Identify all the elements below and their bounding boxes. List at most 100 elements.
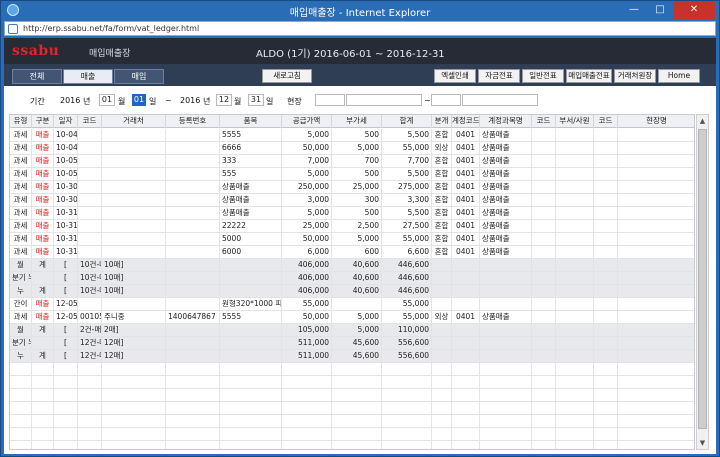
column-header[interactable]: 구분 xyxy=(32,115,54,128)
table-cell: 과세 xyxy=(10,246,32,259)
table-row[interactable]: 과세 매출 10-31 상품매출 5,000 500 5,500 혼합 0401 상품매출 xyxy=(10,207,694,220)
tab-sales[interactable]: 매출 xyxy=(63,69,113,84)
column-header[interactable]: 품목 xyxy=(220,115,282,128)
table-cell xyxy=(532,129,556,142)
table-cell xyxy=(594,311,618,324)
column-header[interactable]: 유형 xyxy=(10,115,32,128)
refresh-button[interactable]: 새로고침 xyxy=(262,69,312,83)
to-month-input[interactable]: 12 xyxy=(216,94,232,106)
table-cell xyxy=(594,428,618,441)
column-header[interactable]: 코드 xyxy=(78,115,102,128)
table-row[interactable]: 과세 매출 10-30 상품매출 250,000 25,000 275,000 혼합 0401 상… xyxy=(10,181,694,194)
table-cell xyxy=(54,441,78,449)
column-header[interactable]: 코드 xyxy=(532,115,556,128)
table-cell xyxy=(618,233,694,246)
table-row[interactable]: 과세 매출 12-05 00105 주니중 1400647867 5555 50,000 5,0… xyxy=(10,311,694,324)
table-cell: 10-31 xyxy=(54,220,78,233)
column-header[interactable]: 분개 xyxy=(432,115,452,128)
subtotal-row[interactable]: 분기 누계 [10건-매수10매] 406,00040,600446,600 xyxy=(10,272,694,285)
app-logo[interactable]: ssabu xyxy=(12,43,59,59)
table-cell: [ xyxy=(54,285,78,298)
empty-row xyxy=(10,389,694,402)
tab-group: 전체 매출 매입 xyxy=(12,69,165,84)
column-header[interactable]: 부가세 xyxy=(332,115,382,128)
column-header[interactable]: 현장명 xyxy=(618,115,694,128)
table-cell: 6,000 xyxy=(282,246,332,259)
subtotal-row[interactable]: 분기 누계 [12건-매수12매] 511,00045,600556,600 xyxy=(10,337,694,350)
table-row[interactable]: 과세 매출 10-04 5555 5,000 500 5,500 혼합 0401 상품매출 xyxy=(10,129,694,142)
to-day-input[interactable]: 31 xyxy=(248,94,264,106)
site-code-to[interactable] xyxy=(431,94,461,106)
table-row[interactable]: 과세 매출 10-05 333 7,000 700 7,700 혼합 0401 상품매출 xyxy=(10,155,694,168)
maximize-button[interactable]: □ xyxy=(647,1,673,19)
fund-slip-button[interactable]: 자금전표 xyxy=(478,69,520,83)
table-cell xyxy=(102,155,166,168)
home-button[interactable]: Home xyxy=(658,69,700,83)
vertical-scrollbar[interactable]: ▲ ▼ xyxy=(696,114,709,450)
vat-slip-button[interactable]: 매입매출전표 xyxy=(566,69,612,83)
table-cell xyxy=(220,415,282,428)
subtotal-row[interactable]: 누계[10건-매수10매] 406,00040,600446,600 xyxy=(10,285,694,298)
table-cell xyxy=(432,402,452,415)
excel-print-button[interactable]: 엑셀인쇄 xyxy=(434,69,476,83)
close-button[interactable]: ✕ xyxy=(673,1,715,19)
table-cell: 혼합 xyxy=(432,155,452,168)
tab-all[interactable]: 전체 xyxy=(12,69,62,84)
table-cell: 0401 xyxy=(452,311,480,324)
table-cell xyxy=(532,272,556,285)
subtotal-row[interactable]: 누계[12건-매수12매] 511,00045,600556,600 xyxy=(10,350,694,363)
table-cell: 10매] xyxy=(102,272,166,285)
tab-purchase[interactable]: 매입 xyxy=(114,69,164,84)
minimize-button[interactable]: — xyxy=(621,1,647,19)
scroll-up-icon[interactable]: ▲ xyxy=(697,115,708,127)
table-cell xyxy=(480,389,532,402)
table-row[interactable]: 간이매출12-05원형320*1000 피스55,00055,000 xyxy=(10,298,694,311)
table-cell: 매출 xyxy=(32,155,54,168)
general-slip-button[interactable]: 일반전표 xyxy=(522,69,564,83)
from-day-input[interactable]: 01 xyxy=(132,94,146,106)
column-header[interactable]: 코드 xyxy=(594,115,618,128)
column-header[interactable]: 일자 xyxy=(54,115,78,128)
column-header[interactable]: 계정코드 xyxy=(452,115,480,128)
from-month-input[interactable]: 01 xyxy=(99,94,115,106)
table-cell xyxy=(332,402,382,415)
address-url[interactable]: http://erp.ssabu.net/fa/form/vat_ledger.… xyxy=(23,24,199,33)
table-row[interactable]: 과세 매출 10-31 5000 50,000 5,000 55,000 혼합 0401 상품매출 xyxy=(10,233,694,246)
table-cell xyxy=(532,376,556,389)
table-row[interactable]: 과세 매출 10-31 6000 6,000 600 6,600 혼합 0401 상품매출 xyxy=(10,246,694,259)
column-header[interactable]: 등록번호 xyxy=(166,115,220,128)
table-row[interactable]: 과세 매출 10-04 6666 50,000 5,000 55,000 외상 0401 상품매출 xyxy=(10,142,694,155)
column-header[interactable]: 계정과목명 xyxy=(480,115,532,128)
site-code-from[interactable] xyxy=(315,94,345,106)
column-header[interactable]: 공급가액 xyxy=(282,115,332,128)
table-cell: 5,000 xyxy=(332,233,382,246)
table-cell xyxy=(594,142,618,155)
address-bar[interactable]: http://erp.ssabu.net/fa/form/vat_ledger.… xyxy=(4,21,716,36)
table-cell xyxy=(432,428,452,441)
subtotal-row[interactable]: 월계[10건-매수10매] 406,00040,600446,600 xyxy=(10,259,694,272)
table-row[interactable]: 과세 매출 10-31 22222 25,000 2,500 27,500 혼합 0401 상품매… xyxy=(10,220,694,233)
column-header[interactable]: 거래처 xyxy=(102,115,166,128)
scroll-thumb[interactable] xyxy=(698,129,707,429)
site-name-from[interactable] xyxy=(346,94,422,106)
table-cell xyxy=(618,194,694,207)
app-header: ssabu 매입매출장 ALDO (1기) 2016-06-01 ~ 2016-… xyxy=(4,38,716,64)
table-cell xyxy=(332,376,382,389)
site-name-to[interactable] xyxy=(462,94,538,106)
table-row[interactable]: 과세 매출 10-05 555 5,000 500 5,500 혼합 0401 상품매출 xyxy=(10,168,694,181)
column-header[interactable]: 부서/사원 xyxy=(556,115,594,128)
table-cell xyxy=(102,363,166,376)
table-row[interactable]: 과세 매출 10-30 상품매출 3,000 300 3,300 혼합 0401 상품매출 xyxy=(10,194,694,207)
table-cell xyxy=(532,337,556,350)
customer-ledger-button[interactable]: 거래처원장 xyxy=(614,69,656,83)
table-cell xyxy=(618,402,694,415)
scroll-down-icon[interactable]: ▼ xyxy=(697,437,708,449)
empty-row xyxy=(10,376,694,389)
table-cell xyxy=(594,441,618,449)
table-cell xyxy=(618,259,694,272)
table-cell xyxy=(556,142,594,155)
table-cell: 혼합 xyxy=(432,207,452,220)
table-cell xyxy=(594,272,618,285)
subtotal-row[interactable]: 월계[2건-매수2매] 105,0005,000110,000 xyxy=(10,324,694,337)
column-header[interactable]: 합계 xyxy=(382,115,432,128)
